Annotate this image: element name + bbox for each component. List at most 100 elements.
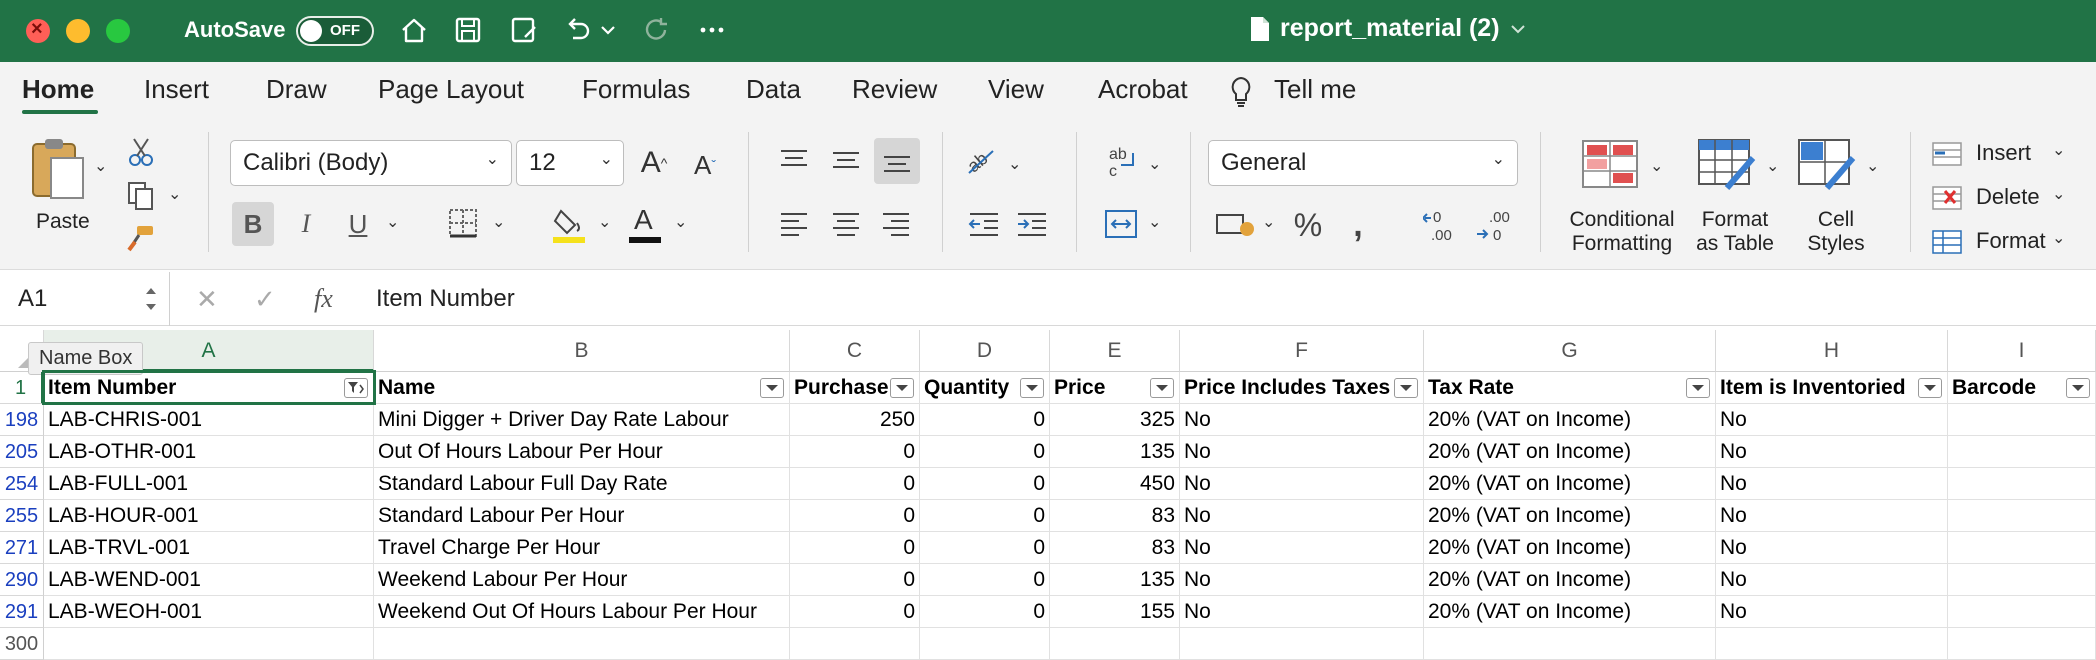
cell-name[interactable]: Weekend Out Of Hours Labour Per Hour bbox=[374, 596, 790, 628]
filter-dropdown-icon[interactable] bbox=[1686, 378, 1710, 398]
name-box-stepper-icon[interactable] bbox=[143, 282, 159, 316]
borders-icon[interactable] bbox=[446, 206, 480, 240]
cell-purchase[interactable]: 0 bbox=[790, 532, 920, 564]
delete-cells-icon[interactable] bbox=[1930, 184, 1964, 212]
column-header-g[interactable]: G bbox=[1424, 330, 1716, 372]
copy-icon[interactable] bbox=[126, 180, 156, 212]
increase-indent-icon[interactable] bbox=[1014, 204, 1050, 244]
insert-function-icon[interactable]: fx bbox=[314, 284, 333, 314]
comma-style-button[interactable]: , bbox=[1344, 204, 1372, 246]
format-cells-icon[interactable] bbox=[1930, 228, 1964, 256]
align-right-icon[interactable] bbox=[878, 204, 914, 244]
cell-quantity[interactable]: 0 bbox=[920, 596, 1050, 628]
tell-me-search[interactable]: Tell me bbox=[1274, 74, 1356, 105]
column-header-b[interactable]: B bbox=[374, 330, 790, 372]
formula-input[interactable]: Item Number bbox=[376, 285, 515, 313]
cell-price-includes-taxes[interactable]: No bbox=[1180, 500, 1424, 532]
wrap-text-icon[interactable]: ab c bbox=[1104, 142, 1140, 182]
cell-item-number[interactable]: LAB-WEND-001 bbox=[44, 564, 374, 596]
autosave-toggle[interactable]: OFF bbox=[296, 16, 374, 46]
cell-price[interactable]: 325 bbox=[1050, 404, 1180, 436]
conditional-formatting-chevron[interactable]: ⌄ bbox=[1650, 156, 1663, 176]
cell-item-is-inventoried[interactable]: No bbox=[1716, 436, 1948, 468]
filter-dropdown-icon[interactable] bbox=[760, 378, 784, 398]
tab-acrobat[interactable]: Acrobat bbox=[1098, 74, 1188, 105]
format-painter-icon[interactable] bbox=[126, 222, 156, 254]
row-header[interactable]: 1 bbox=[0, 372, 44, 404]
row-header[interactable]: 198 bbox=[0, 404, 44, 436]
cell-purchase[interactable]: 0 bbox=[790, 596, 920, 628]
empty-cell[interactable] bbox=[1050, 628, 1180, 660]
empty-cell[interactable] bbox=[790, 628, 920, 660]
cell-price-includes-taxes[interactable]: No bbox=[1180, 532, 1424, 564]
increase-decimal-icon[interactable]: 0.00 bbox=[1422, 204, 1464, 246]
cell-quantity[interactable]: 0 bbox=[920, 532, 1050, 564]
cell-item-is-inventoried[interactable]: No bbox=[1716, 596, 1948, 628]
header-cell-name[interactable]: Name bbox=[374, 372, 790, 404]
cell-price[interactable]: 135 bbox=[1050, 436, 1180, 468]
cell-barcode[interactable] bbox=[1948, 436, 2096, 468]
filter-dropdown-icon[interactable] bbox=[1918, 378, 1942, 398]
cell-name[interactable]: Out Of Hours Labour Per Hour bbox=[374, 436, 790, 468]
home-icon[interactable] bbox=[396, 12, 432, 48]
row-header[interactable]: 291 bbox=[0, 596, 44, 628]
cell-barcode[interactable] bbox=[1948, 404, 2096, 436]
tab-home[interactable]: Home bbox=[22, 74, 94, 105]
redo-icon[interactable] bbox=[638, 12, 674, 48]
cell-purchase[interactable]: 0 bbox=[790, 564, 920, 596]
empty-cell[interactable] bbox=[374, 628, 790, 660]
tab-review[interactable]: Review bbox=[852, 74, 937, 105]
cell-quantity[interactable]: 0 bbox=[920, 468, 1050, 500]
font-color-chevron[interactable]: ⌄ bbox=[674, 212, 687, 232]
empty-cell[interactable] bbox=[1424, 628, 1716, 660]
row-header[interactable]: 290 bbox=[0, 564, 44, 596]
name-box[interactable]: A1 bbox=[0, 272, 170, 326]
copy-options-chevron[interactable]: ⌄ bbox=[168, 184, 181, 204]
column-header-d[interactable]: D bbox=[920, 330, 1050, 372]
empty-cell[interactable] bbox=[1180, 628, 1424, 660]
fill-color-icon[interactable] bbox=[552, 204, 586, 244]
cancel-icon[interactable]: ✕ bbox=[196, 284, 218, 315]
tab-page-layout[interactable]: Page Layout bbox=[378, 74, 524, 105]
accounting-chevron[interactable]: ⌄ bbox=[1262, 212, 1275, 232]
undo-dropdown-icon[interactable] bbox=[598, 12, 618, 48]
cell-tax-rate[interactable]: 20% (VAT on Income) bbox=[1424, 532, 1716, 564]
font-size-dropdown[interactable]: 12 ⌄ bbox=[516, 140, 624, 186]
accounting-format-icon[interactable] bbox=[1214, 206, 1256, 244]
header-cell-item-is-inventoried[interactable]: Item is Inventoried bbox=[1716, 372, 1948, 404]
cell-name[interactable]: Weekend Labour Per Hour bbox=[374, 564, 790, 596]
cell-item-number[interactable]: LAB-CHRIS-001 bbox=[44, 404, 374, 436]
insert-cells-icon[interactable] bbox=[1930, 140, 1964, 168]
row-header[interactable]: 300 bbox=[0, 628, 44, 660]
header-cell-tax-rate[interactable]: Tax Rate bbox=[1424, 372, 1716, 404]
cell-name[interactable]: Travel Charge Per Hour bbox=[374, 532, 790, 564]
delete-cells-label[interactable]: Delete bbox=[1976, 184, 2040, 210]
cell-purchase[interactable]: 0 bbox=[790, 500, 920, 532]
cell-barcode[interactable] bbox=[1948, 532, 2096, 564]
cell-item-is-inventoried[interactable]: No bbox=[1716, 564, 1948, 596]
filter-dropdown-icon[interactable] bbox=[1150, 378, 1174, 398]
cell-price-includes-taxes[interactable]: No bbox=[1180, 564, 1424, 596]
cell-purchase[interactable]: 0 bbox=[790, 468, 920, 500]
cell-purchase[interactable]: 250 bbox=[790, 404, 920, 436]
maximize-window-button[interactable] bbox=[106, 19, 130, 43]
tab-data[interactable]: Data bbox=[746, 74, 801, 105]
cell-item-is-inventoried[interactable]: No bbox=[1716, 404, 1948, 436]
decrease-font-size-icon[interactable]: Aˇ bbox=[686, 144, 724, 186]
cell-quantity[interactable]: 0 bbox=[920, 436, 1050, 468]
cell-tax-rate[interactable]: 20% (VAT on Income) bbox=[1424, 564, 1716, 596]
cell-styles-icon[interactable] bbox=[1796, 138, 1858, 190]
increase-font-size-icon[interactable]: A ^ bbox=[634, 140, 674, 186]
align-center-icon[interactable] bbox=[828, 204, 864, 244]
align-left-icon[interactable] bbox=[776, 204, 812, 244]
format-cells-label[interactable]: Format bbox=[1976, 228, 2046, 254]
cell-item-number[interactable]: LAB-HOUR-001 bbox=[44, 500, 374, 532]
cell-tax-rate[interactable]: 20% (VAT on Income) bbox=[1424, 436, 1716, 468]
tab-view[interactable]: View bbox=[988, 74, 1044, 105]
close-window-button[interactable] bbox=[26, 18, 50, 43]
cell-tax-rate[interactable]: 20% (VAT on Income) bbox=[1424, 468, 1716, 500]
cell-item-is-inventoried[interactable]: No bbox=[1716, 500, 1948, 532]
decrease-decimal-icon[interactable]: .00 0 bbox=[1474, 204, 1516, 246]
format-as-table-chevron[interactable]: ⌄ bbox=[1766, 156, 1779, 176]
cell-price[interactable]: 450 bbox=[1050, 468, 1180, 500]
